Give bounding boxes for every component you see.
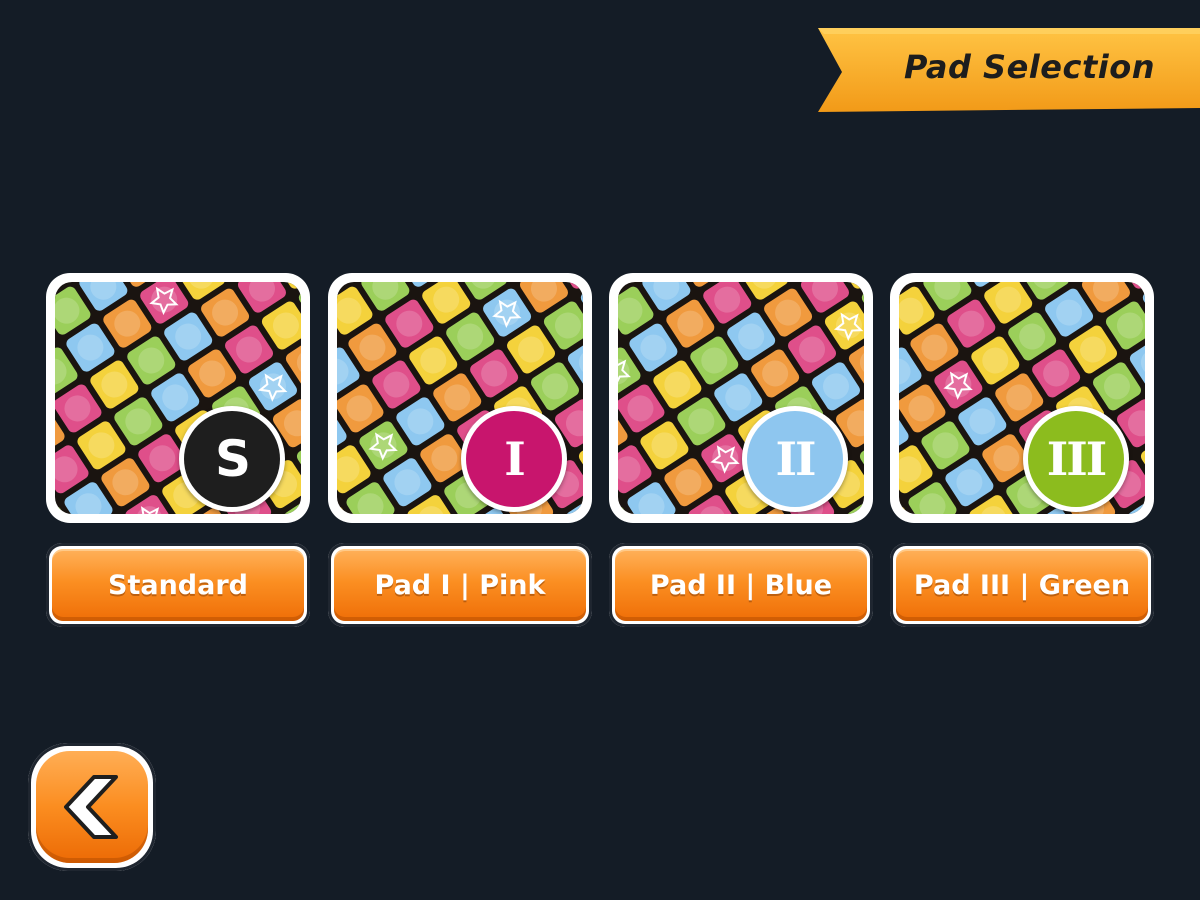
- standard-button[interactable]: Standard: [46, 543, 310, 627]
- pad-badge: III: [1023, 406, 1129, 512]
- page-title: Pad Selection: [904, 48, 1155, 86]
- pad-preview: III: [899, 282, 1145, 514]
- pad-preview: I: [337, 282, 583, 514]
- standard-button-label: Standard: [52, 549, 304, 621]
- pad-badge-letter: II: [747, 411, 843, 507]
- pad-badge: S: [179, 406, 285, 512]
- pad-green-button-label: Pad III | Green: [896, 549, 1148, 621]
- title-ribbon: Pad Selection: [812, 28, 1200, 116]
- pad-blue-button-label: Pad II | Blue: [615, 549, 867, 621]
- pad-card-standard[interactable]: S: [46, 273, 310, 523]
- pad-preview: II: [618, 282, 864, 514]
- pad-card-green[interactable]: III: [890, 273, 1154, 523]
- back-arrow-icon: [64, 775, 118, 839]
- pad-badge-letter: III: [1028, 411, 1124, 507]
- pad-pink-button[interactable]: Pad I | Pink: [328, 543, 592, 627]
- pad-pink-button-label: Pad I | Pink: [334, 549, 586, 621]
- pad-preview: S: [55, 282, 301, 514]
- pad-badge-letter: I: [466, 411, 562, 507]
- back-button-face: [36, 751, 148, 863]
- pad-badge: II: [742, 406, 848, 512]
- pad-green-button[interactable]: Pad III | Green: [890, 543, 1154, 627]
- pad-card-blue[interactable]: II: [609, 273, 873, 523]
- pad-badge: I: [461, 406, 567, 512]
- back-button[interactable]: [28, 743, 156, 871]
- pad-card-pink[interactable]: I: [328, 273, 592, 523]
- pad-badge-letter: S: [184, 411, 280, 507]
- pad-blue-button[interactable]: Pad II | Blue: [609, 543, 873, 627]
